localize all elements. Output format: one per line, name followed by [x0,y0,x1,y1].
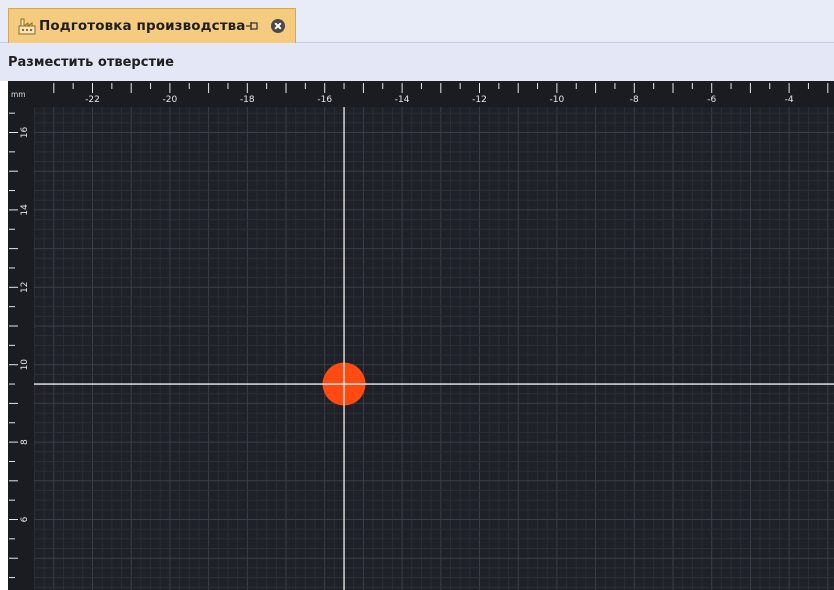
drawing-canvas[interactable]: -22 -20 -18 -16 -14 -12 -10 -8 -6 -4 16 14 12 10 8 6 mm [8,81,834,590]
ruler-label-x: -18 [240,95,255,105]
close-icon[interactable] [271,19,285,33]
ruler-label-y: 10 [20,359,30,371]
factory-icon [18,18,36,35]
ruler-label-x: -12 [472,95,487,105]
ruler-label-x: -22 [85,95,100,105]
ruler-label-x: -4 [785,95,794,105]
ruler-label-y: 12 [20,282,30,293]
canvas-drawing[interactable]: -22 -20 -18 -16 -14 -12 -10 -8 -6 -4 16 14 12 10 8 6 [8,81,834,590]
ruler-label-x: -6 [707,95,716,105]
pin-icon[interactable] [245,19,259,33]
ruler-label-y: 8 [20,439,30,445]
tab-title: Подготовка производства [39,18,246,34]
panel-title: Разместить отверстие [8,55,174,70]
ruler-label-x: -10 [550,95,565,105]
ruler-label-x: -16 [317,95,332,105]
unit-label: mm [11,90,26,99]
vertical-ruler [8,81,34,590]
ruler-label-y: 6 [20,516,30,522]
ruler-label-y: 16 [20,127,30,139]
document-tab-bar: Подготовка производства [0,0,834,43]
ruler-label-x: -14 [395,95,410,105]
ruler-label-x: -8 [630,95,639,105]
ruler-label-x: -20 [163,95,178,105]
tab-production-preparation[interactable]: Подготовка производства [8,8,296,43]
tool-panel-header: Разместить отверстие [0,43,834,81]
ruler-label-y: 14 [20,204,30,216]
